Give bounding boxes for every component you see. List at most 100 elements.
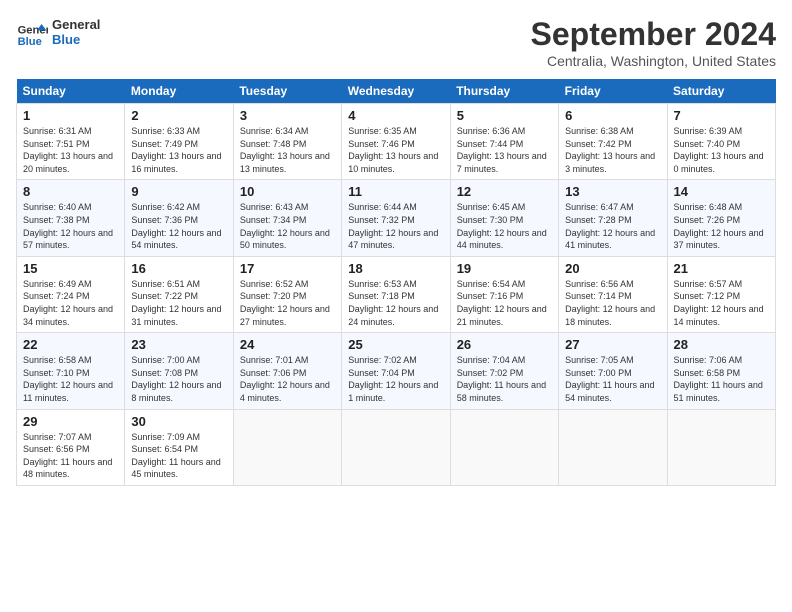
sunset: Sunset: 6:56 PM xyxy=(23,443,118,456)
day-info: Sunrise: 7:06 AM Sunset: 6:58 PM Dayligh… xyxy=(674,354,769,404)
daylight: Daylight: 12 hours and 41 minutes. xyxy=(565,227,660,252)
day-info: Sunrise: 6:48 AM Sunset: 7:26 PM Dayligh… xyxy=(674,201,769,251)
calendar-cell: 2 Sunrise: 6:33 AM Sunset: 7:49 PM Dayli… xyxy=(125,104,233,180)
calendar-cell: 29 Sunrise: 7:07 AM Sunset: 6:56 PM Dayl… xyxy=(17,409,125,485)
sunset: Sunset: 7:42 PM xyxy=(565,138,660,151)
sunrise: Sunrise: 6:54 AM xyxy=(457,278,552,291)
sunset: Sunset: 7:18 PM xyxy=(348,290,443,303)
calendar-cell: 19 Sunrise: 6:54 AM Sunset: 7:16 PM Dayl… xyxy=(450,256,558,332)
sunset: Sunset: 7:02 PM xyxy=(457,367,552,380)
day-number: 1 xyxy=(23,108,118,123)
calendar-week-row: 8 Sunrise: 6:40 AM Sunset: 7:38 PM Dayli… xyxy=(17,180,776,256)
sunrise: Sunrise: 7:06 AM xyxy=(674,354,769,367)
day-number: 23 xyxy=(131,337,226,352)
calendar-cell: 30 Sunrise: 7:09 AM Sunset: 6:54 PM Dayl… xyxy=(125,409,233,485)
calendar-cell: 12 Sunrise: 6:45 AM Sunset: 7:30 PM Dayl… xyxy=(450,180,558,256)
sunrise: Sunrise: 6:38 AM xyxy=(565,125,660,138)
day-number: 9 xyxy=(131,184,226,199)
daylight: Daylight: 13 hours and 10 minutes. xyxy=(348,150,443,175)
sunrise: Sunrise: 6:48 AM xyxy=(674,201,769,214)
calendar-cell: 10 Sunrise: 6:43 AM Sunset: 7:34 PM Dayl… xyxy=(233,180,341,256)
sunset: Sunset: 7:16 PM xyxy=(457,290,552,303)
day-number: 26 xyxy=(457,337,552,352)
sunset: Sunset: 7:49 PM xyxy=(131,138,226,151)
calendar-cell: 6 Sunrise: 6:38 AM Sunset: 7:42 PM Dayli… xyxy=(559,104,667,180)
sunrise: Sunrise: 6:39 AM xyxy=(674,125,769,138)
day-info: Sunrise: 6:38 AM Sunset: 7:42 PM Dayligh… xyxy=(565,125,660,175)
day-info: Sunrise: 6:52 AM Sunset: 7:20 PM Dayligh… xyxy=(240,278,335,328)
day-info: Sunrise: 6:53 AM Sunset: 7:18 PM Dayligh… xyxy=(348,278,443,328)
sunset: Sunset: 7:08 PM xyxy=(131,367,226,380)
sunrise: Sunrise: 6:35 AM xyxy=(348,125,443,138)
daylight: Daylight: 12 hours and 11 minutes. xyxy=(23,379,118,404)
calendar-week-row: 15 Sunrise: 6:49 AM Sunset: 7:24 PM Dayl… xyxy=(17,256,776,332)
calendar-cell xyxy=(667,409,775,485)
daylight: Daylight: 12 hours and 1 minute. xyxy=(348,379,443,404)
sunrise: Sunrise: 6:31 AM xyxy=(23,125,118,138)
day-info: Sunrise: 6:35 AM Sunset: 7:46 PM Dayligh… xyxy=(348,125,443,175)
day-info: Sunrise: 7:01 AM Sunset: 7:06 PM Dayligh… xyxy=(240,354,335,404)
calendar-cell xyxy=(342,409,450,485)
day-info: Sunrise: 7:09 AM Sunset: 6:54 PM Dayligh… xyxy=(131,431,226,481)
sunset: Sunset: 7:22 PM xyxy=(131,290,226,303)
day-info: Sunrise: 6:39 AM Sunset: 7:40 PM Dayligh… xyxy=(674,125,769,175)
day-number: 28 xyxy=(674,337,769,352)
sunrise: Sunrise: 6:42 AM xyxy=(131,201,226,214)
sunrise: Sunrise: 6:52 AM xyxy=(240,278,335,291)
svg-text:General: General xyxy=(18,25,48,37)
daylight: Daylight: 12 hours and 8 minutes. xyxy=(131,379,226,404)
main-title: September 2024 xyxy=(531,16,776,53)
day-info: Sunrise: 7:04 AM Sunset: 7:02 PM Dayligh… xyxy=(457,354,552,404)
day-info: Sunrise: 6:36 AM Sunset: 7:44 PM Dayligh… xyxy=(457,125,552,175)
day-number: 4 xyxy=(348,108,443,123)
sunset: Sunset: 7:28 PM xyxy=(565,214,660,227)
day-number: 29 xyxy=(23,414,118,429)
daylight: Daylight: 12 hours and 50 minutes. xyxy=(240,227,335,252)
sunrise: Sunrise: 6:57 AM xyxy=(674,278,769,291)
calendar-cell: 23 Sunrise: 7:00 AM Sunset: 7:08 PM Dayl… xyxy=(125,333,233,409)
header: General Blue General Blue September 2024… xyxy=(16,16,776,69)
day-number: 21 xyxy=(674,261,769,276)
calendar-cell: 9 Sunrise: 6:42 AM Sunset: 7:36 PM Dayli… xyxy=(125,180,233,256)
logo: General Blue General Blue xyxy=(16,16,100,48)
day-number: 16 xyxy=(131,261,226,276)
daylight: Daylight: 11 hours and 51 minutes. xyxy=(674,379,769,404)
day-number: 10 xyxy=(240,184,335,199)
sunrise: Sunrise: 7:02 AM xyxy=(348,354,443,367)
daylight: Daylight: 12 hours and 47 minutes. xyxy=(348,227,443,252)
calendar-cell: 1 Sunrise: 6:31 AM Sunset: 7:51 PM Dayli… xyxy=(17,104,125,180)
calendar-cell: 21 Sunrise: 6:57 AM Sunset: 7:12 PM Dayl… xyxy=(667,256,775,332)
sunrise: Sunrise: 6:36 AM xyxy=(457,125,552,138)
daylight: Daylight: 12 hours and 44 minutes. xyxy=(457,227,552,252)
header-monday: Monday xyxy=(125,79,233,104)
calendar-cell: 13 Sunrise: 6:47 AM Sunset: 7:28 PM Dayl… xyxy=(559,180,667,256)
calendar-cell: 15 Sunrise: 6:49 AM Sunset: 7:24 PM Dayl… xyxy=(17,256,125,332)
sunrise: Sunrise: 6:33 AM xyxy=(131,125,226,138)
daylight: Daylight: 12 hours and 54 minutes. xyxy=(131,227,226,252)
calendar-cell: 16 Sunrise: 6:51 AM Sunset: 7:22 PM Dayl… xyxy=(125,256,233,332)
sunset: Sunset: 7:30 PM xyxy=(457,214,552,227)
daylight: Daylight: 12 hours and 18 minutes. xyxy=(565,303,660,328)
daylight: Daylight: 12 hours and 57 minutes. xyxy=(23,227,118,252)
logo-line2: Blue xyxy=(52,32,100,47)
day-info: Sunrise: 6:57 AM Sunset: 7:12 PM Dayligh… xyxy=(674,278,769,328)
day-number: 15 xyxy=(23,261,118,276)
day-info: Sunrise: 6:31 AM Sunset: 7:51 PM Dayligh… xyxy=(23,125,118,175)
daylight: Daylight: 12 hours and 4 minutes. xyxy=(240,379,335,404)
day-number: 3 xyxy=(240,108,335,123)
day-info: Sunrise: 7:05 AM Sunset: 7:00 PM Dayligh… xyxy=(565,354,660,404)
title-area: September 2024 Centralia, Washington, Un… xyxy=(531,16,776,69)
day-number: 20 xyxy=(565,261,660,276)
day-info: Sunrise: 6:49 AM Sunset: 7:24 PM Dayligh… xyxy=(23,278,118,328)
subtitle: Centralia, Washington, United States xyxy=(531,53,776,69)
day-info: Sunrise: 7:07 AM Sunset: 6:56 PM Dayligh… xyxy=(23,431,118,481)
calendar-cell: 20 Sunrise: 6:56 AM Sunset: 7:14 PM Dayl… xyxy=(559,256,667,332)
calendar-cell: 27 Sunrise: 7:05 AM Sunset: 7:00 PM Dayl… xyxy=(559,333,667,409)
sunrise: Sunrise: 6:44 AM xyxy=(348,201,443,214)
sunrise: Sunrise: 7:07 AM xyxy=(23,431,118,444)
day-number: 13 xyxy=(565,184,660,199)
day-number: 22 xyxy=(23,337,118,352)
sunrise: Sunrise: 7:00 AM xyxy=(131,354,226,367)
logo-line1: General xyxy=(52,17,100,32)
daylight: Daylight: 12 hours and 21 minutes. xyxy=(457,303,552,328)
